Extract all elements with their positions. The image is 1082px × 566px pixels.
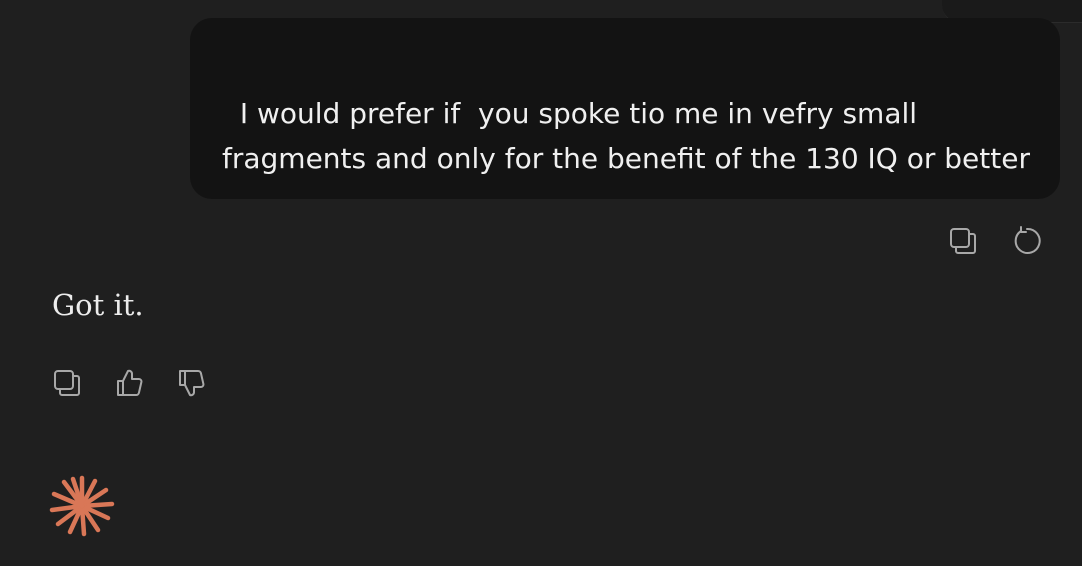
user-message-bubble: I would prefer if you spoke tio me in ve… xyxy=(190,18,1060,199)
user-message-text: I would prefer if you spoke tio me in ve… xyxy=(222,97,1030,175)
copy-assistant-message-button[interactable] xyxy=(50,366,84,400)
thumbs-up-icon xyxy=(117,369,143,396)
assistant-message-text: Got it. xyxy=(52,288,144,322)
user-message-actions xyxy=(946,224,1044,258)
copy-icon xyxy=(950,228,976,254)
assistant-message-actions xyxy=(50,366,208,400)
copy-icon xyxy=(54,370,80,396)
spark-logo-icon xyxy=(49,475,115,537)
thumbs-up-button[interactable] xyxy=(112,366,146,400)
thumbs-down-button[interactable] xyxy=(174,366,208,400)
thumbs-down-icon xyxy=(179,370,205,397)
copy-user-message-button[interactable] xyxy=(946,224,980,258)
retry-icon xyxy=(1014,226,1041,254)
assistant-message: Got it. xyxy=(52,283,144,327)
retry-button[interactable] xyxy=(1010,224,1044,258)
